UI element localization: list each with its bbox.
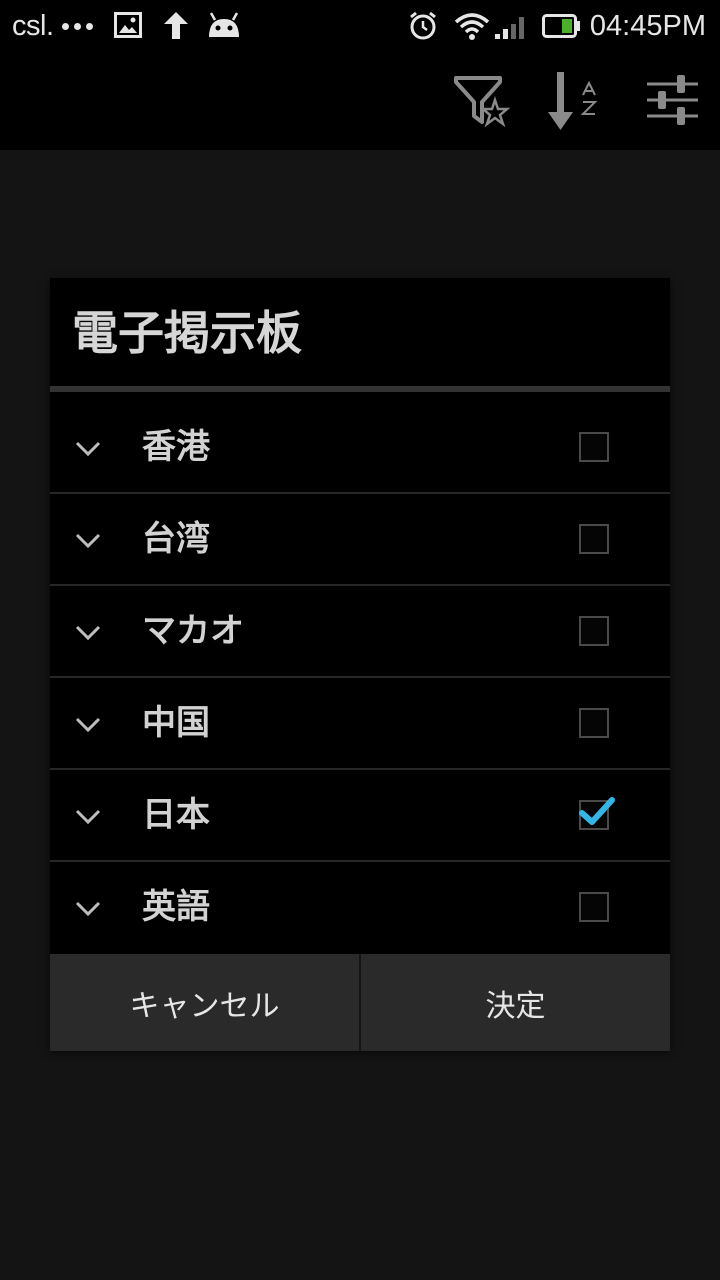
signal-icon — [494, 17, 524, 39]
item-checkbox-checked[interactable] — [579, 797, 615, 830]
cancel-button[interactable]: キャンセル — [50, 954, 359, 1051]
item-checkbox[interactable] — [579, 892, 609, 922]
image-icon — [114, 12, 142, 38]
status-bar: csl. 04:45PM — [0, 0, 720, 52]
region-select-dialog: 電子掲示板 香港 台湾 マカオ 中国 日本 英語 キャンセル 決定 — [50, 278, 670, 1051]
filter-favorite-button[interactable] — [446, 66, 516, 136]
item-checkbox[interactable] — [579, 708, 609, 738]
title-divider — [50, 386, 670, 392]
dialog-button-bar: キャンセル 決定 — [50, 954, 670, 1051]
upload-arrow-icon — [164, 12, 188, 39]
alarm-icon — [409, 11, 436, 40]
settings-button[interactable] — [638, 66, 708, 136]
clock: 04:45PM — [589, 9, 706, 42]
carrier-label: csl. — [12, 9, 54, 42]
item-checkbox[interactable] — [579, 524, 609, 554]
list-item-label: 日本 — [142, 795, 210, 835]
sort-az-icon — [548, 72, 598, 130]
item-checkbox[interactable] — [579, 432, 609, 462]
battery-icon — [541, 14, 580, 38]
chevron-down-icon[interactable] — [74, 526, 102, 554]
chevron-down-icon[interactable] — [74, 434, 102, 462]
dialog-title: 電子掲示板 — [72, 306, 302, 360]
list-item[interactable]: 英語 — [50, 862, 670, 954]
list-item[interactable]: マカオ — [50, 586, 670, 678]
list-item-label: 英語 — [142, 887, 210, 927]
list-item[interactable]: 台湾 — [50, 494, 670, 586]
item-checkbox[interactable] — [579, 616, 609, 646]
list-item[interactable]: 中国 — [50, 678, 670, 770]
filter-favorite-icon — [454, 76, 511, 128]
more-dots-icon — [61, 22, 93, 30]
checkmark-icon — [579, 797, 615, 825]
list-item-label: 香港 — [142, 427, 210, 467]
chevron-down-icon[interactable] — [74, 894, 102, 922]
settings-sliders-icon — [647, 75, 698, 125]
wifi-icon — [454, 13, 490, 40]
sort-az-button[interactable] — [532, 66, 602, 136]
list-item[interactable]: 日本 — [50, 770, 670, 862]
chevron-down-icon[interactable] — [74, 618, 102, 646]
action-bar — [0, 52, 720, 150]
android-icon — [209, 12, 239, 37]
list-item-label: マカオ — [142, 611, 244, 651]
list-item-label: 台湾 — [142, 519, 210, 559]
list-item-label: 中国 — [142, 703, 210, 743]
list-item[interactable]: 香港 — [50, 402, 670, 494]
ok-button[interactable]: 決定 — [359, 954, 670, 1051]
chevron-down-icon[interactable] — [74, 710, 102, 738]
region-list: 香港 台湾 マカオ 中国 日本 英語 — [50, 402, 670, 954]
chevron-down-icon[interactable] — [74, 802, 102, 830]
